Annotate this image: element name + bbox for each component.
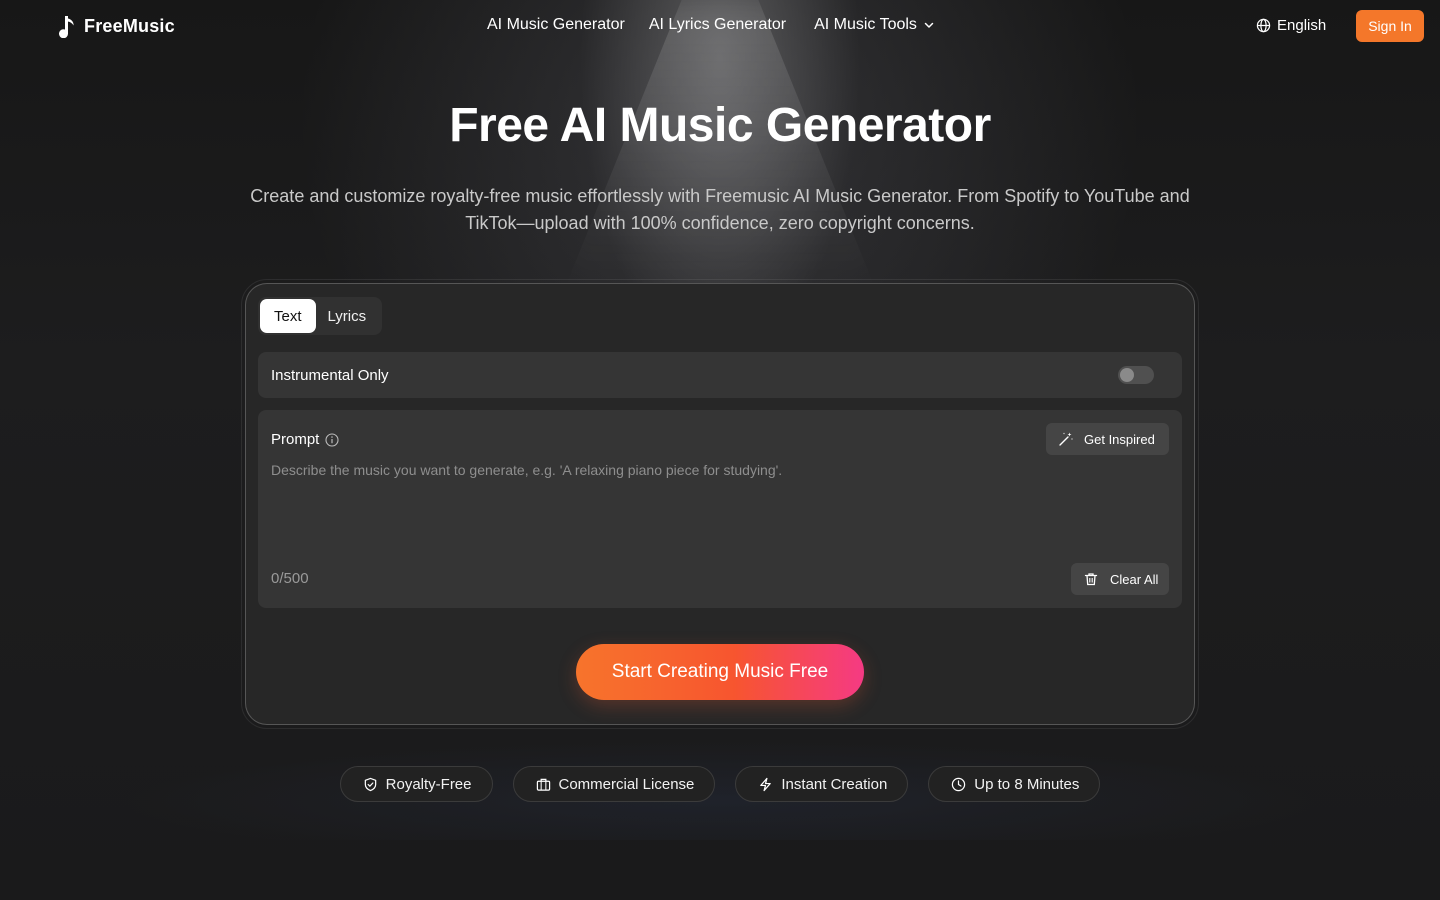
start-creating-button[interactable]: Start Creating Music Free — [576, 644, 864, 700]
nav-ai-music-tools-label: AI Music Tools — [814, 16, 917, 33]
globe-icon — [1256, 18, 1271, 33]
brand-logo[interactable]: FreeMusic — [56, 14, 175, 38]
instrumental-row: Instrumental Only — [258, 352, 1182, 398]
tab-text[interactable]: Text — [260, 299, 316, 333]
prompt-input[interactable] — [271, 462, 1161, 552]
chevron-down-icon — [924, 22, 934, 28]
page-title: Free AI Music Generator — [449, 99, 991, 152]
shield-check-icon — [364, 777, 376, 791]
badge-duration: Up to 8 Minutes — [928, 766, 1101, 802]
brand-name: FreeMusic — [84, 15, 175, 36]
info-icon[interactable] — [325, 432, 339, 447]
get-inspired-button[interactable]: Get Inspired — [1046, 423, 1169, 455]
badge-royalty-free-label: Royalty-Free — [385, 775, 472, 793]
prompt-panel: Prompt Get Inspired 0/500 Clear All — [258, 410, 1182, 608]
nav-ai-music-generator[interactable]: AI Music Generator — [487, 16, 625, 34]
mode-tabs: Text Lyrics — [258, 297, 382, 335]
language-label: English — [1277, 17, 1327, 34]
language-selector[interactable]: English — [1256, 17, 1326, 34]
instrumental-toggle[interactable] — [1118, 366, 1154, 384]
prompt-heading: Prompt — [271, 431, 339, 448]
magic-wand-icon — [1059, 432, 1073, 446]
main-nav: AI Music Generator AI Lyrics Generator A… — [487, 16, 935, 34]
clear-all-button[interactable]: Clear All — [1071, 563, 1169, 595]
tab-lyrics[interactable]: Lyrics — [316, 299, 381, 333]
nav-ai-music-tools[interactable]: AI Music Tools — [814, 16, 935, 34]
badge-commercial-license: Commercial License — [512, 766, 716, 802]
instrumental-label: Instrumental Only — [271, 366, 389, 384]
clear-all-label: Clear All — [1110, 571, 1159, 587]
badge-commercial-license-label: Commercial License — [558, 775, 695, 793]
badge-instant-creation: Instant Creation — [735, 766, 909, 802]
feature-badges: Royalty-Free Commercial License Instant … — [0, 766, 1440, 802]
music-note-icon — [59, 16, 74, 38]
nav-ai-lyrics-generator[interactable]: AI Lyrics Generator — [649, 16, 786, 34]
character-counter: 0/500 — [271, 570, 309, 587]
toggle-knob — [1120, 368, 1134, 382]
clock-icon — [952, 777, 966, 791]
prompt-label: Prompt — [271, 431, 320, 448]
badge-instant-creation-label: Instant Creation — [781, 775, 888, 793]
site-header: FreeMusic AI Music Generator AI Lyrics G… — [0, 0, 1440, 54]
sign-in-button[interactable]: Sign In — [1356, 10, 1424, 42]
trash-icon — [1084, 573, 1098, 586]
badge-royalty-free: Royalty-Free — [339, 766, 493, 802]
briefcase-icon — [536, 778, 550, 791]
lightning-icon — [760, 777, 772, 791]
badge-duration-label: Up to 8 Minutes — [974, 775, 1080, 793]
get-inspired-label: Get Inspired — [1084, 431, 1155, 447]
hero-description: Create and customize royalty-free music … — [250, 186, 1190, 233]
